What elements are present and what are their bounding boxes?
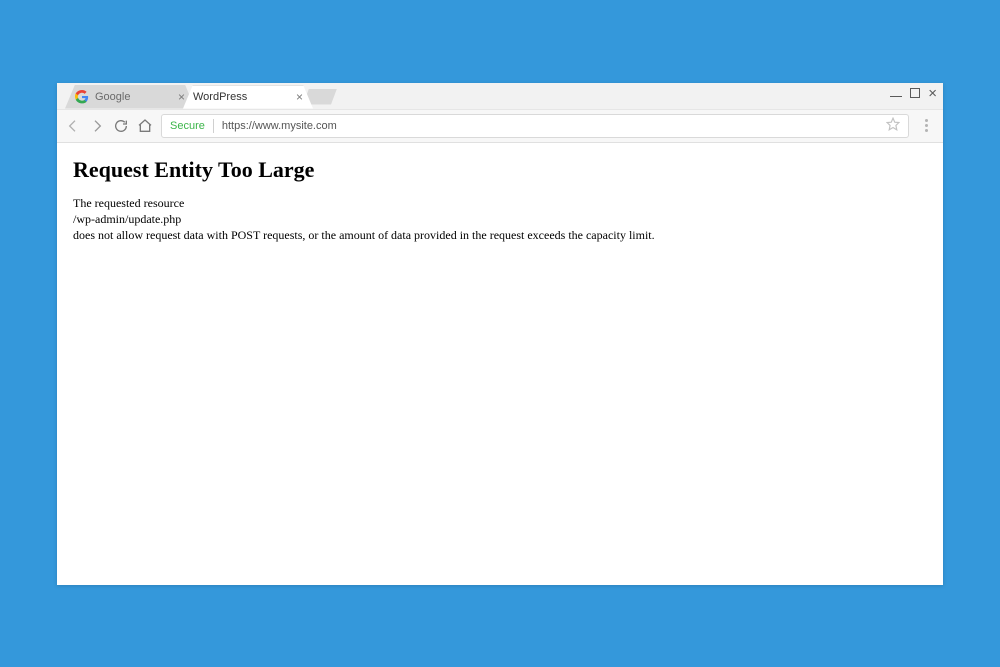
close-tab-icon[interactable]: × bbox=[296, 91, 303, 103]
secure-label: Secure bbox=[170, 120, 205, 132]
nav-buttons bbox=[65, 118, 153, 134]
maximize-icon[interactable] bbox=[910, 88, 920, 98]
tab-title: Google bbox=[95, 91, 171, 103]
tab-title: WordPress bbox=[193, 91, 289, 103]
tab-strip: Google × WordPress × × bbox=[57, 83, 943, 109]
back-icon[interactable] bbox=[65, 118, 81, 134]
browser-window: Google × WordPress × × bbox=[57, 83, 943, 585]
separator bbox=[213, 119, 214, 133]
url-input[interactable] bbox=[222, 120, 878, 132]
reload-icon[interactable] bbox=[113, 118, 129, 134]
address-bar[interactable]: Secure bbox=[161, 114, 909, 138]
tab-wordpress[interactable]: WordPress × bbox=[183, 85, 313, 109]
window-controls: × bbox=[890, 86, 937, 101]
error-body: The requested resource /wp-admin/update.… bbox=[73, 195, 927, 244]
toolbar: Secure bbox=[57, 109, 943, 143]
minimize-icon[interactable] bbox=[890, 87, 902, 99]
kebab-menu-icon[interactable] bbox=[917, 119, 935, 132]
close-window-icon[interactable]: × bbox=[928, 86, 937, 101]
google-favicon-icon bbox=[75, 90, 89, 104]
forward-icon[interactable] bbox=[89, 118, 105, 134]
tab-google[interactable]: Google × bbox=[65, 85, 195, 109]
home-icon[interactable] bbox=[137, 118, 153, 134]
page-viewport: Request Entity Too Large The requested r… bbox=[57, 143, 943, 585]
bookmark-star-icon[interactable] bbox=[886, 117, 900, 134]
error-heading: Request Entity Too Large bbox=[73, 157, 927, 183]
